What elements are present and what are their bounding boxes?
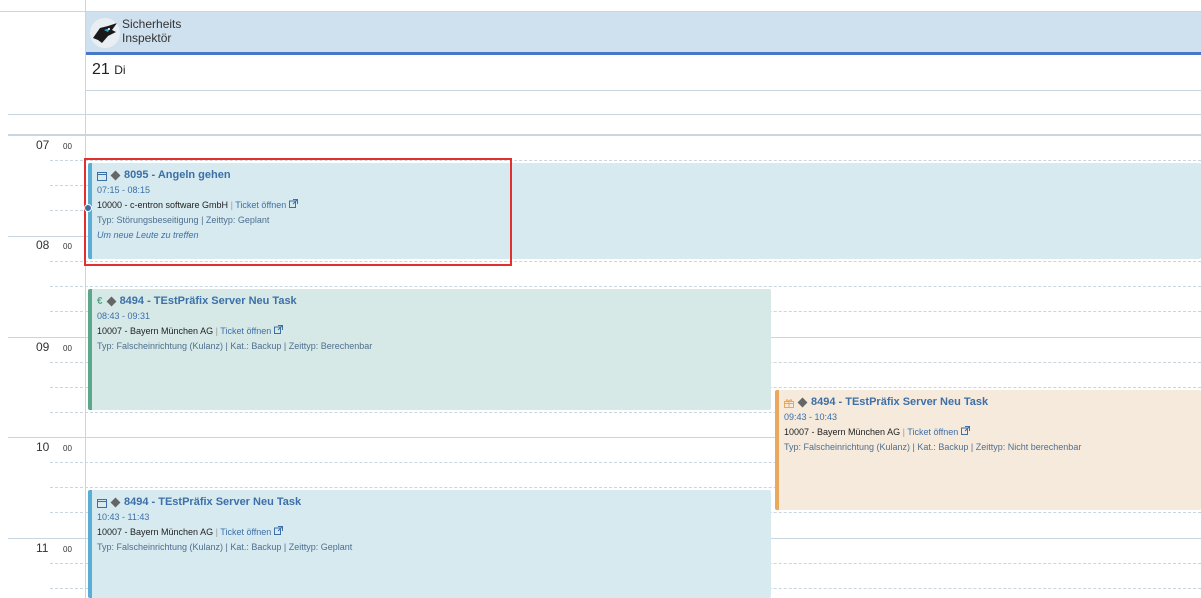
resource-header[interactable]: Sicherheits Inspektör [86,11,1201,55]
hour-label: 09 [36,340,50,354]
appointment-title: 8494 - TEstPräfix Server Neu Task [124,496,302,508]
hour-label: 10 [36,440,50,454]
minute-label: 00 [63,142,72,151]
minute-label: 00 [63,242,72,251]
resource-name: Sicherheits Inspektör [122,17,181,45]
appointment-client: 10007 - Bayern München AG [97,326,214,336]
resource-name-line2: Inspektör [122,31,172,45]
hour-label: 11 [36,541,49,555]
selection-highlight [84,158,512,266]
resize-handle[interactable] [84,204,92,212]
day-label: 21 Di [92,61,126,79]
gift-icon [784,398,794,408]
appointment-time: 10:43 - 11:43 [97,512,150,522]
appointment-type: Typ: Falscheinrichtung (Kulanz) | Kat.: … [97,341,373,351]
day-number: 21 [92,61,110,78]
calendar-icon [97,498,107,508]
ticket-open-link[interactable]: Ticket öffnen [220,326,271,336]
appointment-client-row: 10007 - Bayern München AG | Ticket öffne… [97,525,771,540]
hour-label: 08 [36,238,50,252]
appointment-8494-c[interactable]: 8494 - TEstPräfix Server Neu Task 10:43 … [88,490,771,598]
external-link-icon[interactable] [960,426,970,435]
appointment-client: 10007 - Bayern München AG [97,527,214,537]
appointment-type: Typ: Falscheinrichtung (Kulanz) | Kat.: … [97,542,353,552]
scheduler-view: Sicherheits Inspektör 21 Di 07 00 08 00 … [0,0,1201,598]
appointment-title-row: 8494 - TEstPräfix Server Neu Task [784,395,1201,410]
appointment-title-row: 8494 - TEstPräfix Server Neu Task [97,495,771,510]
ticket-open-link[interactable]: Ticket öffnen [220,527,271,537]
minute-label: 00 [63,444,72,453]
appointment-title: 8494 - TEstPräfix Server Neu Task [811,396,989,408]
appointment-title: 8494 - TEstPräfix Server Neu Task [119,295,297,307]
appointment-client-row: 10007 - Bayern München AG | Ticket öffne… [784,425,1201,440]
appointment-8494-a[interactable]: € 8494 - TEstPräfix Server Neu Task 08:4… [88,289,771,410]
minute-label: 00 [63,344,72,353]
hour-label: 07 [36,138,50,152]
resource-name-line1: Sicherheits [122,17,182,31]
appointment-client: 10007 - Bayern München AG [784,427,901,437]
external-link-icon[interactable] [273,526,283,535]
appointment-8494-b[interactable]: 8494 - TEstPräfix Server Neu Task 09:43 … [775,390,1201,510]
appointment-time: 09:43 - 10:43 [784,412,838,422]
ticket-open-link[interactable]: Ticket öffnen [907,427,958,437]
panther-logo-icon [90,18,120,48]
diamond-icon [106,296,117,307]
minute-label: 00 [63,545,72,554]
diamond-icon [110,497,121,508]
diamond-icon [797,397,808,408]
time-gutter [0,0,86,598]
appointment-title-row: € 8494 - TEstPräfix Server Neu Task [97,294,771,309]
external-link-icon[interactable] [273,325,283,334]
appointment-client-row: 10007 - Bayern München AG | Ticket öffne… [97,324,771,339]
euro-icon: € [97,296,103,307]
day-weekday: Di [114,63,126,77]
appointment-time: 08:43 - 09:31 [97,311,151,321]
appointment-type: Typ: Falscheinrichtung (Kulanz) | Kat.: … [784,442,1082,452]
